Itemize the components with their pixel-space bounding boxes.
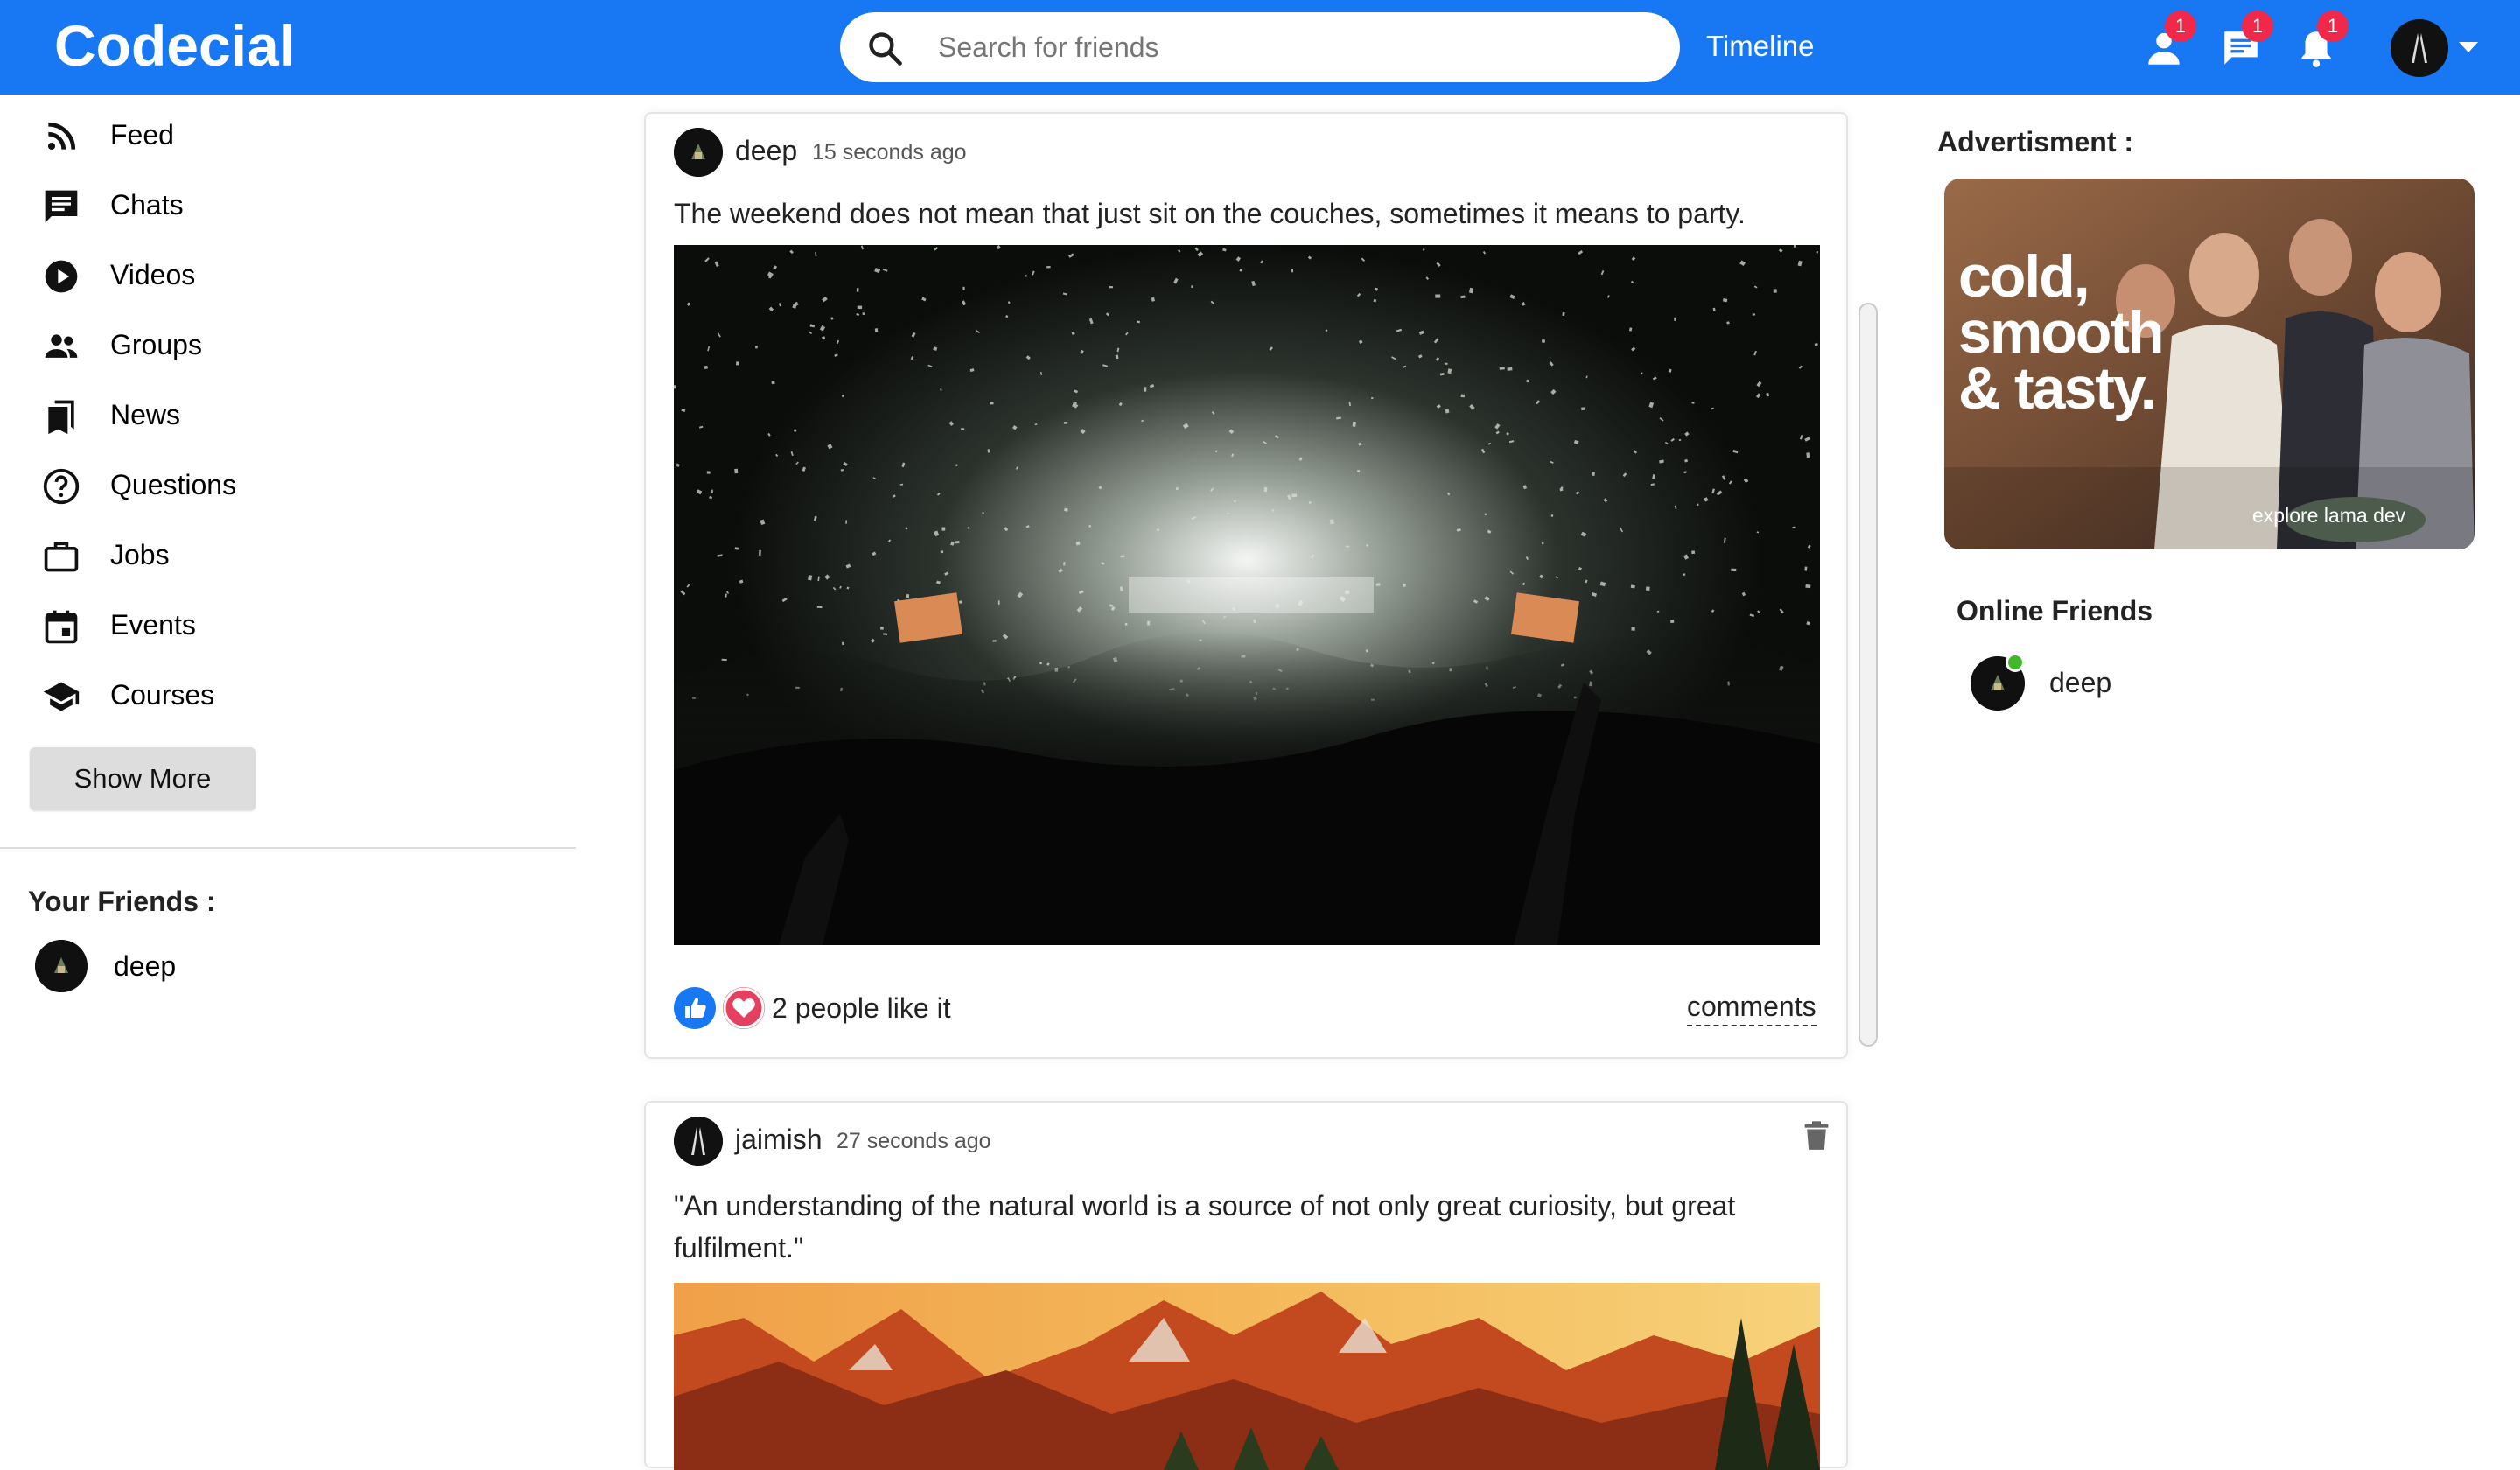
post-card: jaimish 27 seconds ago "An understanding… bbox=[644, 1101, 1848, 1470]
sidebar-item-label: Courses bbox=[110, 679, 215, 710]
like-count: 2 people like it bbox=[772, 992, 951, 1024]
advertisement-title: Advertisment : bbox=[1937, 126, 2134, 158]
sidebar-item-label: Chats bbox=[110, 189, 184, 220]
top-bar: Codecial Timeline 1 1 1 bbox=[0, 0, 2520, 94]
sidebar-item-courses[interactable]: Courses bbox=[28, 668, 518, 721]
post-username[interactable]: deep bbox=[735, 135, 797, 167]
search-bar[interactable] bbox=[840, 12, 1680, 82]
delete-post-icon[interactable] bbox=[1799, 1118, 1834, 1153]
sidebar-item-label: Videos bbox=[110, 259, 196, 290]
account-menu-caret-icon[interactable] bbox=[2459, 42, 2478, 52]
comments-link[interactable]: comments bbox=[1687, 990, 1816, 1026]
sidebar-item-chats[interactable]: Chats bbox=[28, 178, 518, 231]
school-icon bbox=[43, 682, 80, 711]
post-reactions: 2 people like it bbox=[674, 985, 1199, 1029]
sidebar-item-videos[interactable]: Videos bbox=[28, 248, 518, 301]
sidebar-item-label: Events bbox=[110, 609, 196, 640]
post-timestamp: 15 seconds ago bbox=[812, 140, 967, 164]
post-card: deep 15 seconds ago The weekend does not… bbox=[644, 112, 1848, 1059]
sidebar-divider bbox=[0, 847, 576, 849]
post-image bbox=[674, 245, 1820, 945]
sidebar-item-label: Feed bbox=[110, 119, 174, 150]
help-outline-icon bbox=[43, 468, 80, 505]
post-text: "An understanding of the natural world i… bbox=[674, 1190, 1736, 1264]
sidebar-item-feed[interactable]: Feed bbox=[28, 108, 518, 161]
your-friends-title: Your Friends : bbox=[28, 886, 216, 917]
online-friends-title: Online Friends bbox=[1956, 595, 2153, 626]
mountain-sunset-photo bbox=[674, 1283, 1820, 1470]
avatar bbox=[35, 940, 88, 992]
notifications-button[interactable]: 1 bbox=[2294, 10, 2348, 70]
online-status-indicator bbox=[2006, 653, 2025, 672]
friend-requests-button[interactable]: 1 bbox=[2142, 10, 2196, 70]
sidebar-item-jobs[interactable]: Jobs bbox=[28, 528, 518, 581]
love-button[interactable] bbox=[723, 987, 765, 1029]
bookmarks-icon bbox=[48, 400, 74, 435]
timeline-link[interactable]: Timeline bbox=[1706, 30, 1814, 63]
thumbs-up-icon bbox=[685, 998, 706, 1018]
search-input[interactable] bbox=[938, 12, 1656, 82]
sidebar-item-events[interactable]: Events bbox=[28, 598, 518, 651]
post-image bbox=[674, 1283, 1820, 1470]
notifications-badge: 1 bbox=[2317, 10, 2348, 42]
friend-name: deep bbox=[114, 950, 177, 982]
post-username[interactable]: jaimish bbox=[735, 1124, 822, 1156]
friend-item[interactable]: deep bbox=[35, 940, 385, 992]
chat-icon bbox=[45, 190, 78, 223]
sidebar-item-label: News bbox=[110, 399, 181, 430]
avatar[interactable] bbox=[674, 128, 723, 177]
search-icon bbox=[869, 32, 902, 66]
advertisement-banner[interactable]: cold, smooth & tasty. explore lama dev bbox=[1944, 178, 2474, 550]
post-text: The weekend does not mean that just sit … bbox=[674, 198, 1746, 229]
app-logo[interactable]: Codecial bbox=[54, 12, 295, 79]
like-button[interactable] bbox=[674, 987, 716, 1029]
rss-feed-icon bbox=[47, 122, 76, 150]
sidebar-item-label: Jobs bbox=[110, 539, 170, 570]
sidebar-item-label: Questions bbox=[110, 469, 237, 500]
show-more-button[interactable]: Show More bbox=[30, 747, 256, 810]
friend-name: deep bbox=[2049, 667, 2112, 698]
profile-avatar[interactable] bbox=[2390, 19, 2448, 77]
ad-headline: cold, smooth & tasty. bbox=[1958, 243, 2165, 422]
ad-caption: explore lama dev bbox=[2252, 504, 2406, 527]
messages-button[interactable]: 1 bbox=[2219, 10, 2273, 70]
avatar-image bbox=[2412, 33, 2427, 63]
concert-crowd-confetti-photo bbox=[674, 245, 1820, 945]
group-icon bbox=[45, 334, 78, 358]
online-friend-item[interactable]: deep bbox=[1970, 653, 2320, 710]
work-outline-icon bbox=[44, 542, 79, 572]
avatar[interactable] bbox=[674, 1116, 723, 1166]
play-circle-icon bbox=[45, 260, 78, 293]
sidebar-item-questions[interactable]: Questions bbox=[28, 458, 518, 511]
sidebar-item-label: Groups bbox=[110, 329, 202, 360]
messages-badge: 1 bbox=[2242, 10, 2273, 42]
sidebar-item-groups[interactable]: Groups bbox=[28, 318, 518, 371]
event-icon bbox=[45, 610, 78, 644]
sidebar-item-news[interactable]: News bbox=[28, 388, 518, 441]
feed-scrollbar[interactable] bbox=[1858, 303, 1878, 1046]
post-timestamp: 27 seconds ago bbox=[836, 1129, 991, 1153]
heart-icon bbox=[723, 987, 765, 1029]
friend-requests-badge: 1 bbox=[2165, 10, 2196, 42]
